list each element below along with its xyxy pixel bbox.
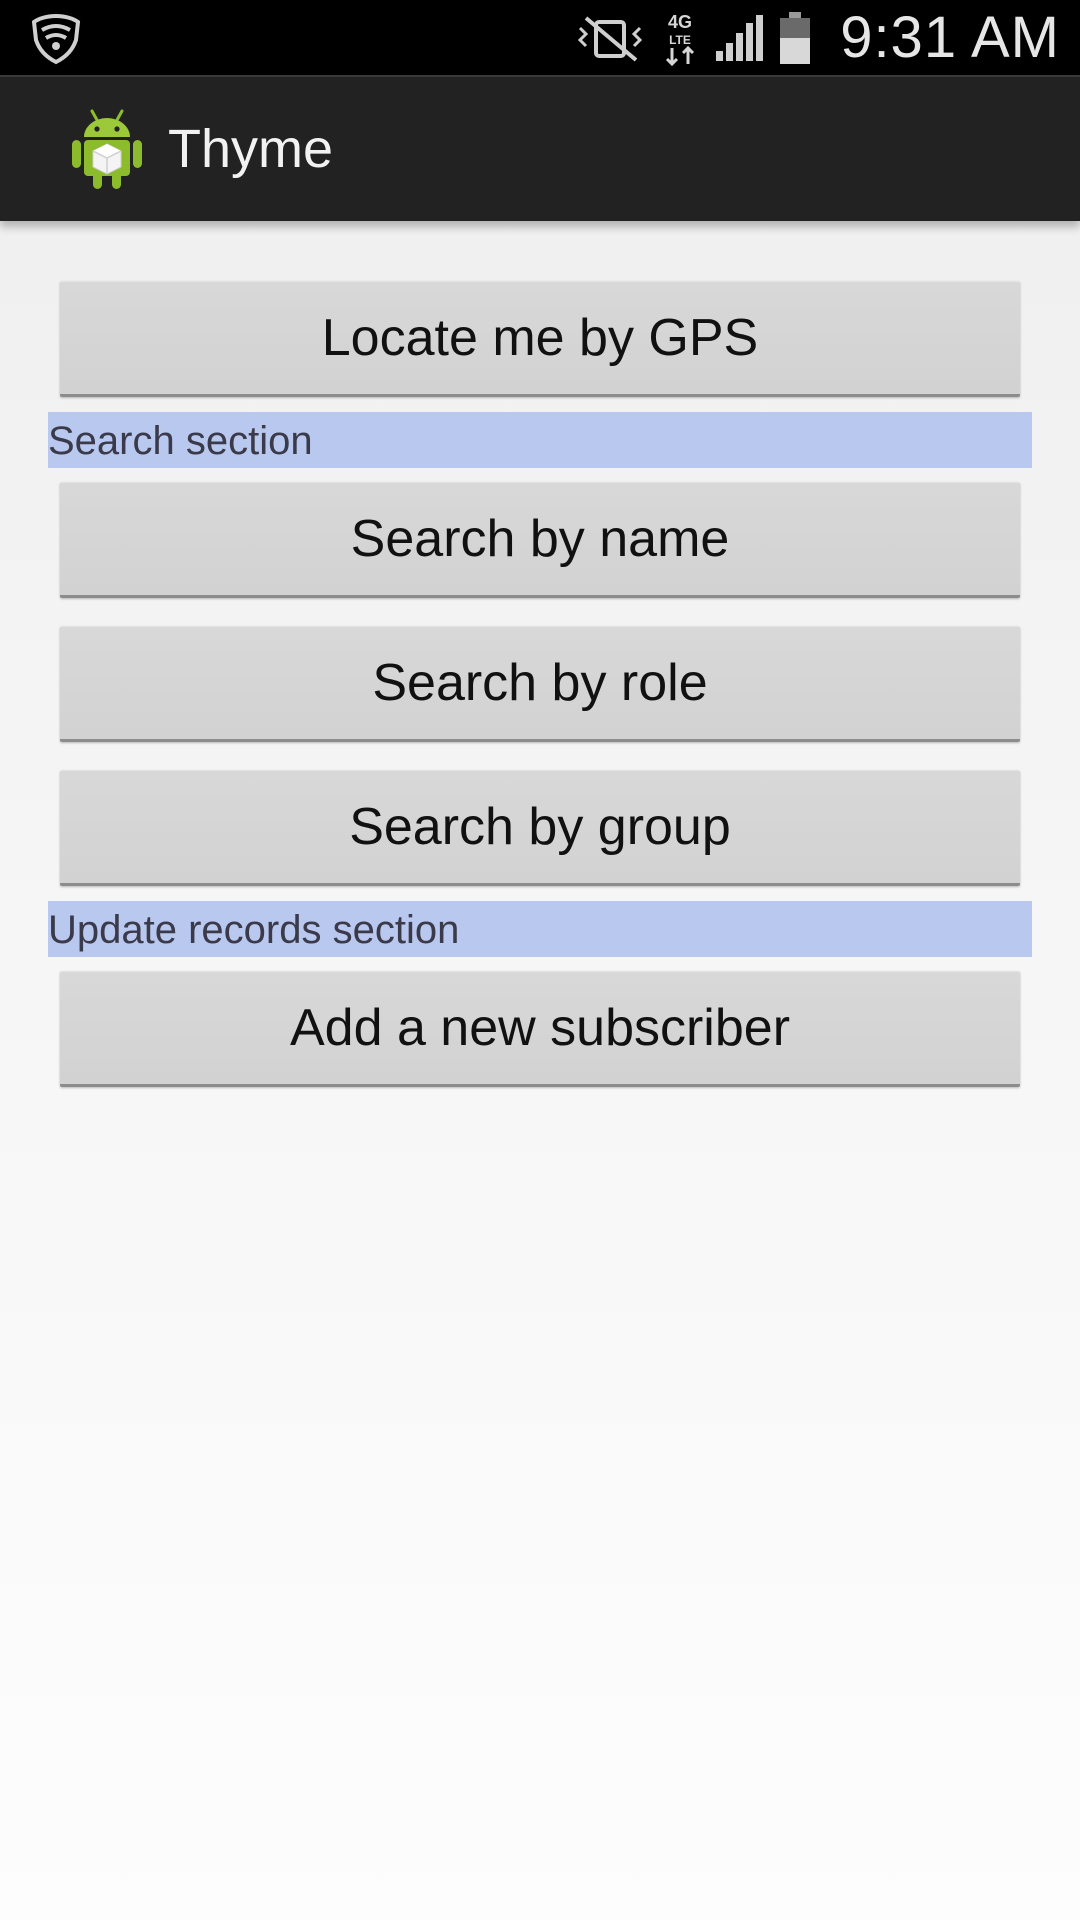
vibrate-mute-icon <box>577 16 643 62</box>
search-by-role-button[interactable]: Search by role <box>60 626 1020 742</box>
search-section-header: Search section <box>48 412 1032 468</box>
network-type-label: 4G <box>668 12 692 32</box>
status-bar: 4G LTE 9:31 AM <box>0 0 1080 75</box>
battery-icon <box>780 12 810 64</box>
action-bar: Thyme <box>0 75 1080 221</box>
signal-icon <box>716 15 763 61</box>
app-title: Thyme <box>168 119 334 179</box>
network-subtype-label: LTE <box>669 33 691 47</box>
search-by-name-button[interactable]: Search by name <box>60 482 1020 598</box>
clock: 9:31 AM <box>840 5 1060 70</box>
update-records-section-header: Update records section <box>48 901 1032 957</box>
add-subscriber-button[interactable]: Add a new subscriber <box>60 971 1020 1087</box>
locate-gps-button[interactable]: Locate me by GPS <box>60 281 1020 397</box>
android-app-icon[interactable] <box>66 105 148 191</box>
status-icons: 4G LTE <box>574 10 812 66</box>
search-by-group-button[interactable]: Search by group <box>60 770 1020 886</box>
shield-icon <box>31 13 81 65</box>
4g-lte-icon: 4G LTE <box>665 12 695 66</box>
